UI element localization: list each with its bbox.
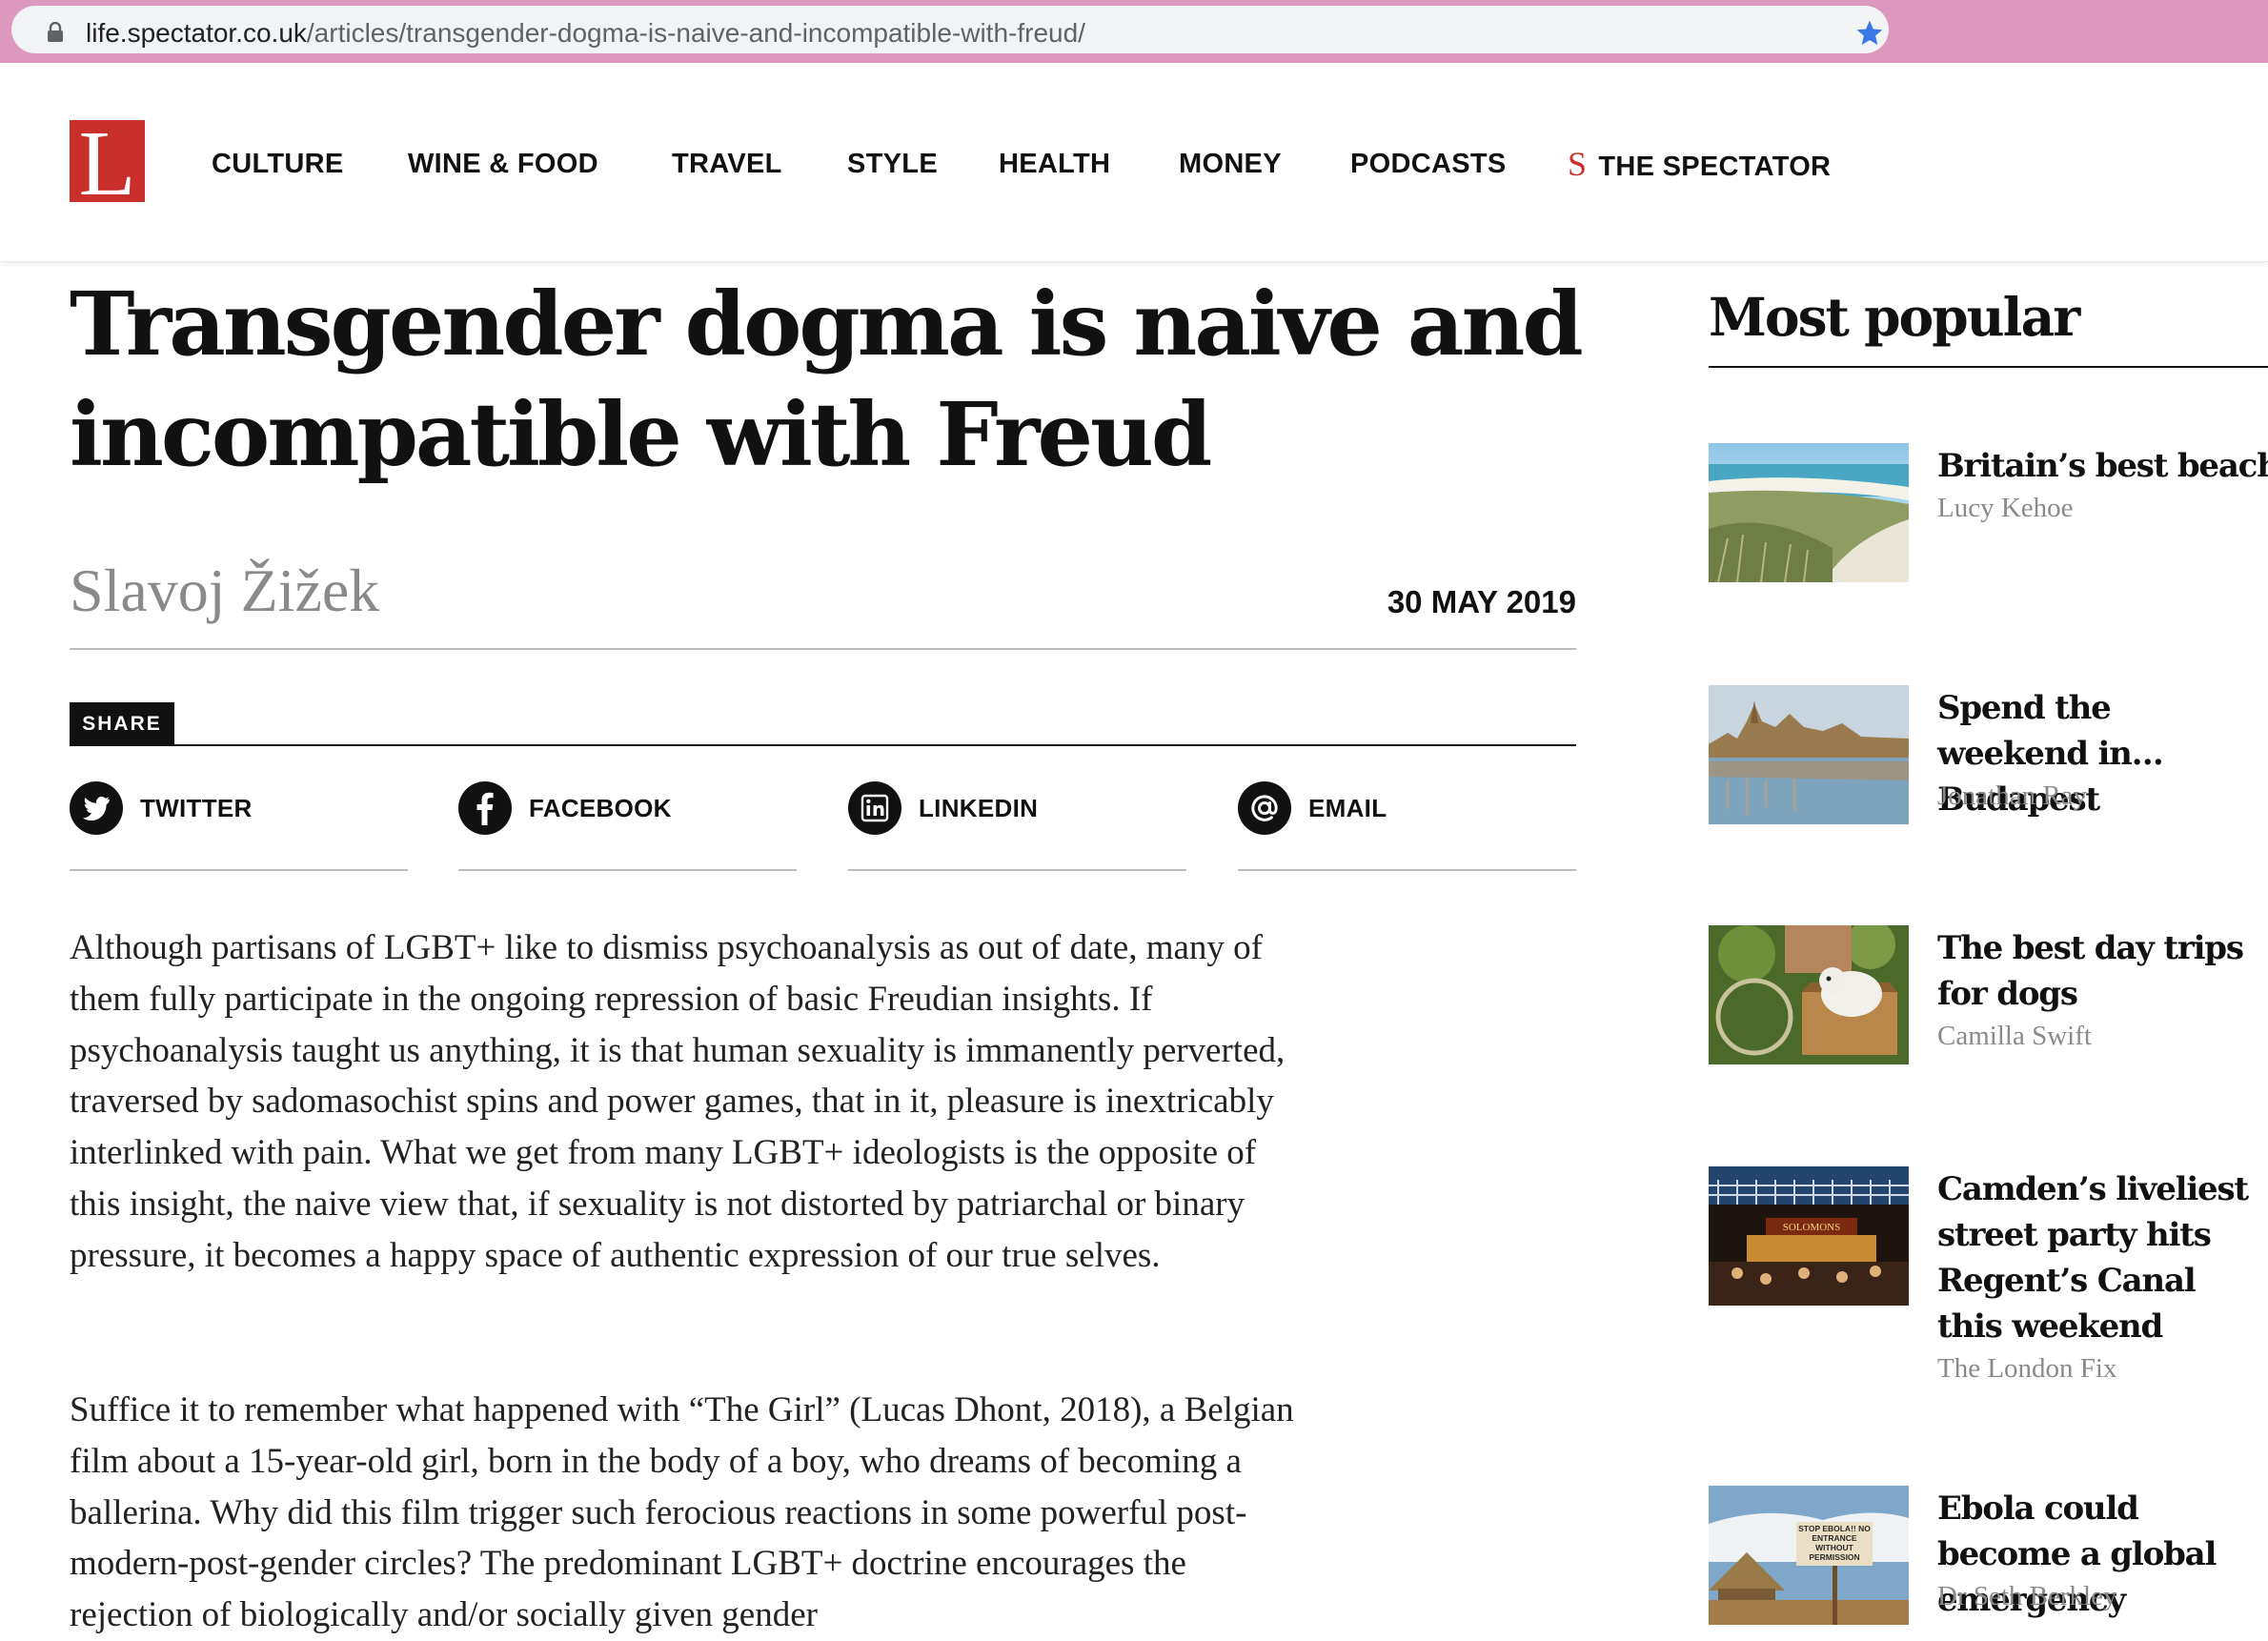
share-email-button[interactable]: EMAIL (1238, 774, 1576, 871)
popular-item[interactable]: The best day trips for dogs Camilla Swif… (1709, 925, 2268, 1078)
share-email-label: EMAIL (1308, 794, 1387, 822)
budapest-photo[interactable] (1709, 685, 1909, 824)
nav-wine-food[interactable]: WINE & FOOD (408, 147, 598, 181)
byline-divider (70, 648, 1576, 650)
beach-photo[interactable] (1709, 443, 1909, 582)
camden-sign-text: SOLOMONS (1783, 1222, 1841, 1233)
popular-item[interactable]: Britain’s best beaches Lucy Kehoe (1709, 443, 2268, 596)
dog-photo[interactable] (1709, 925, 1909, 1064)
site-header: L CULTURE WINE & FOOD TRAVEL STYLE HEALT… (0, 63, 2268, 262)
popular-item-title[interactable]: Camden’s liveliest street party hits Reg… (1937, 1166, 2268, 1349)
most-popular-divider (1709, 366, 2268, 368)
share-linkedin-button[interactable]: LINKEDIN (848, 774, 1186, 871)
share-twitter-label: TWITTER (140, 794, 253, 822)
nav-the-spectator-label: THE SPECTATOR (1598, 152, 1832, 182)
article-author[interactable]: Slavoj Žižek (70, 553, 379, 629)
camden-photo[interactable]: SOLOMONS (1709, 1166, 1909, 1306)
linkedin-icon (848, 781, 901, 835)
article-date: 30 MAY 2019 (1387, 584, 1576, 619)
nav-style[interactable]: STYLE (847, 147, 938, 181)
share-divider (70, 744, 1576, 746)
lock-icon (48, 22, 63, 42)
share-facebook-button[interactable]: FACEBOOK (458, 774, 797, 871)
popular-item-author: Dr Seth Berkley (1937, 1581, 2117, 1611)
popular-item[interactable]: SOLOMONS Camden’s liveliest street party… (1709, 1166, 2268, 1395)
url-host: life.spectator.co.uk (86, 18, 307, 48)
share-linkedin-label: LINKEDIN (919, 794, 1039, 822)
popular-item-author: Jonathan Ray (1937, 780, 2088, 811)
share-facebook-label: FACEBOOK (529, 794, 672, 822)
popular-item-title[interactable]: Britain’s best beaches (1937, 443, 2268, 489)
site-logo[interactable]: L (70, 117, 145, 211)
popular-item[interactable]: STOP EBOLA!! NO ENTRANCE WITHOUT PERMISS… (1709, 1486, 2268, 1627)
nav-podcasts[interactable]: PODCASTS (1350, 147, 1507, 181)
article-paragraph: Although partisans of LGBT+ like to dism… (70, 928, 1286, 1275)
popular-item-title-text: Camden’s liveliest street party hits Reg… (1937, 1170, 2249, 1346)
article-headline: Transgender dogma is naive and incompati… (70, 273, 1584, 486)
share-twitter-button[interactable]: TWITTER (70, 774, 408, 871)
bookmark-star-icon[interactable] (1854, 18, 1885, 49)
nav-the-spectator[interactable]: S THE SPECTATOR (1568, 147, 1831, 184)
share-label: SHARE (70, 702, 174, 745)
popular-item-author: The London Fix (1937, 1353, 2117, 1384)
browser-toolbar: life.spectator.co.uk/articles/transgende… (0, 0, 2268, 63)
most-popular-heading: Most popular (1709, 286, 2080, 348)
nav-money[interactable]: MONEY (1179, 147, 1282, 181)
email-icon (1238, 781, 1291, 835)
spectator-s-icon: S (1568, 145, 1588, 183)
nav-culture[interactable]: CULTURE (212, 147, 344, 181)
popular-item-title-text: The best day trips for dogs (1937, 929, 2244, 1013)
url-text[interactable]: life.spectator.co.uk/articles/transgende… (86, 16, 1085, 51)
nav-travel[interactable]: TRAVEL (672, 147, 782, 181)
url-path: /articles/transgender-dogma-is-naive-and… (306, 18, 1085, 48)
address-bar[interactable]: life.spectator.co.uk/articles/transgende… (11, 6, 1889, 53)
ebola-photo[interactable]: STOP EBOLA!! NO ENTRANCE WITHOUT PERMISS… (1709, 1486, 1909, 1625)
popular-item-author: Camilla Swift (1937, 1021, 2092, 1051)
popular-item[interactable]: Spend the weekend in…Budapest Jonathan R… (1709, 685, 2268, 838)
ebola-sign-text: STOP EBOLA!! NO ENTRANCE WITHOUT PERMISS… (1798, 1524, 1871, 1562)
popular-item-author: Lucy Kehoe (1937, 493, 2074, 523)
article-paragraph: Suffice it to remember what happened wit… (70, 1390, 1294, 1635)
twitter-icon (70, 781, 123, 835)
popular-item-title[interactable]: The best day trips for dogs (1937, 925, 2268, 1017)
nav-health[interactable]: HEALTH (999, 147, 1110, 181)
facebook-icon (458, 781, 512, 835)
